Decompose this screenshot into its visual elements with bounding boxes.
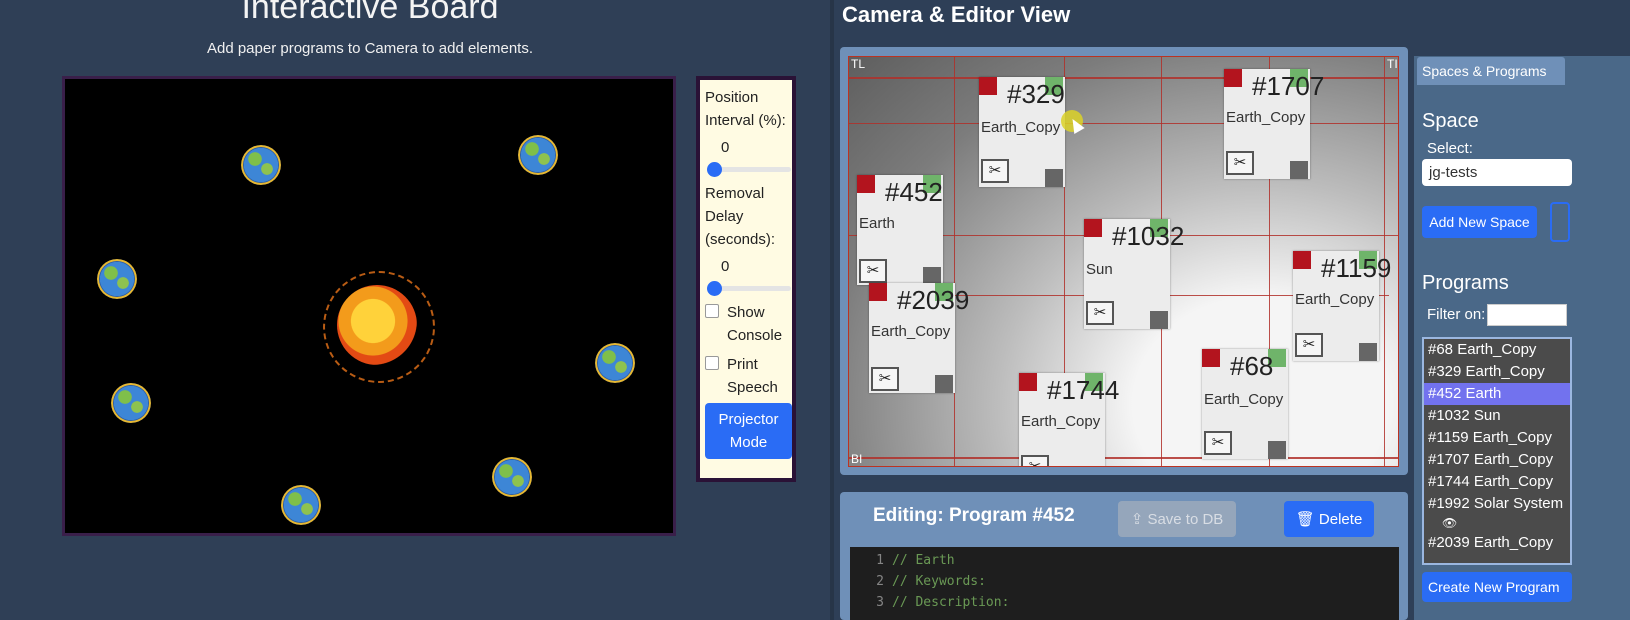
select-label: Select:: [1427, 140, 1473, 157]
paper-program[interactable]: #452 Earth ✂: [857, 175, 943, 285]
print-speech-label: Print Speech: [727, 356, 778, 396]
code-line: 3// Description:: [876, 595, 1010, 610]
save-label: Save to DB: [1147, 511, 1224, 528]
show-console-label: Show Console: [727, 304, 783, 344]
paper-name: Earth_Copy: [1226, 109, 1306, 126]
paper-name: Earth_Copy: [981, 119, 1061, 136]
program-item[interactable]: #452 Earth: [1424, 383, 1570, 405]
program-item[interactable]: #1992 Solar System: [1424, 493, 1570, 515]
panel-divider[interactable]: [830, 0, 834, 620]
scissors-icon[interactable]: ✂: [1295, 333, 1323, 357]
scissors-icon[interactable]: ✂: [871, 367, 899, 391]
editor-title: Editing: Program #452: [873, 505, 1075, 526]
paper-program[interactable]: #1744 Earth_Copy ✂: [1019, 373, 1119, 466]
sun-sprite: [323, 271, 435, 383]
tab-spaces-programs[interactable]: Spaces & Programs: [1417, 57, 1565, 85]
paper-program[interactable]: #2039 Earth_Copy ✂: [869, 283, 969, 393]
position-interval-label: Position Interval (%):: [705, 89, 786, 129]
add-new-space-button[interactable]: Add New Space: [1422, 206, 1537, 238]
code-line: 1// Earth: [876, 553, 955, 568]
camera-feed[interactable]: TL TI BI #329 Earth_Copy ✂ #1707 Earth_C…: [848, 56, 1399, 467]
removal-delay-value: 0: [721, 258, 730, 275]
space-options-button[interactable]: [1550, 202, 1570, 242]
program-item[interactable]: #329 Earth_Copy: [1424, 361, 1570, 383]
paper-name: Earth: [859, 215, 895, 232]
paper-program[interactable]: #1032 Sun ✂: [1084, 219, 1184, 329]
removal-delay-slider[interactable]: [707, 281, 791, 296]
paper-number: #452: [885, 177, 943, 207]
board-title: Interactive Board: [241, 0, 499, 26]
position-interval-slider[interactable]: [707, 162, 791, 177]
paper-number: #1032: [1112, 221, 1185, 251]
corner-marker-tr: TI: [1387, 57, 1398, 71]
eye-icon[interactable]: 👁: [1424, 515, 1570, 532]
paper-number: #329: [1007, 79, 1065, 109]
paper-name: Earth_Copy: [1204, 391, 1284, 408]
program-item[interactable]: #68 Earth_Copy: [1424, 339, 1570, 361]
paper-name: Earth_Copy: [1295, 291, 1375, 308]
earth-sprite: [281, 485, 321, 525]
delete-button[interactable]: 🗑 Delete: [1284, 501, 1374, 537]
interactive-board-panel: Interactive Board Add paper programs to …: [0, 0, 830, 620]
programs-heading: Programs: [1422, 272, 1509, 294]
space-heading: Space: [1422, 110, 1479, 132]
scissors-icon[interactable]: ✂: [859, 259, 887, 283]
program-item[interactable]: #1032 Sun: [1424, 405, 1570, 427]
create-new-program-button[interactable]: Create New Program: [1422, 572, 1572, 602]
show-console-checkbox[interactable]: Show Console: [705, 301, 787, 347]
paper-program[interactable]: #329 Earth_Copy ✂: [979, 77, 1065, 187]
projector-mode-button[interactable]: Projector Mode: [705, 403, 792, 459]
paper-number: #1707: [1252, 71, 1325, 101]
position-interval-value: 0: [721, 139, 730, 156]
program-item[interactable]: #1159 Earth_Copy: [1424, 427, 1570, 449]
scissors-icon[interactable]: ✂: [1021, 455, 1049, 466]
earth-sprite: [97, 259, 137, 299]
earth-sprite: [111, 383, 151, 423]
print-speech-checkbox[interactable]: Print Speech: [705, 353, 787, 399]
code-line: 2// Keywords:: [876, 574, 986, 589]
program-item[interactable]: #2039 Earth_Copy: [1424, 532, 1570, 554]
space-select[interactable]: jg-tests: [1422, 159, 1572, 186]
board-controls: Position Interval (%): 0 Removal Delay (…: [696, 76, 796, 482]
removal-delay-label: Removal Delay (seconds):: [705, 185, 776, 248]
paper-name: Earth_Copy: [871, 323, 951, 340]
filter-input[interactable]: [1487, 304, 1567, 326]
scissors-icon[interactable]: ✂: [1226, 151, 1254, 175]
paper-number: #1744: [1047, 375, 1120, 405]
board-canvas[interactable]: [62, 76, 676, 536]
scissors-icon[interactable]: ✂: [981, 159, 1009, 183]
earth-sprite: [241, 145, 281, 185]
corner-marker-tl: TL: [851, 57, 866, 71]
program-item[interactable]: #1744 Earth_Copy: [1424, 471, 1570, 493]
filter-label: Filter on:: [1427, 306, 1486, 323]
paper-program[interactable]: #1159 Earth_Copy ✂: [1293, 251, 1391, 361]
view-title: Camera & Editor View: [842, 2, 1071, 27]
paper-number: #1159: [1321, 253, 1392, 283]
delete-label: Delete: [1318, 511, 1363, 528]
corner-marker-bl: BI: [851, 452, 863, 466]
paper-number: #68: [1230, 351, 1274, 381]
scissors-icon[interactable]: ✂: [1204, 431, 1232, 455]
paper-number: #2039: [897, 285, 970, 315]
board-subtitle: Add paper programs to Camera to add elem…: [206, 40, 533, 57]
scissors-icon[interactable]: ✂: [1086, 301, 1114, 325]
earth-sprite: [518, 135, 558, 175]
paper-name: Sun: [1086, 261, 1113, 278]
program-item[interactable]: #1707 Earth_Copy: [1424, 449, 1570, 471]
paper-name: Earth_Copy: [1021, 413, 1101, 430]
paper-program[interactable]: #1707 Earth_Copy ✂: [1224, 69, 1324, 179]
code-editor[interactable]: 1// Earth 2// Keywords: 3// Description:: [850, 547, 1399, 620]
save-to-db-button[interactable]: ⇪ Save to DB: [1118, 501, 1236, 537]
paper-program[interactable]: #68 Earth_Copy ✂: [1202, 349, 1288, 459]
program-list[interactable]: #68 Earth_Copy #329 Earth_Copy #452 Eart…: [1422, 337, 1572, 565]
earth-sprite: [492, 457, 532, 497]
earth-sprite: [595, 343, 635, 383]
